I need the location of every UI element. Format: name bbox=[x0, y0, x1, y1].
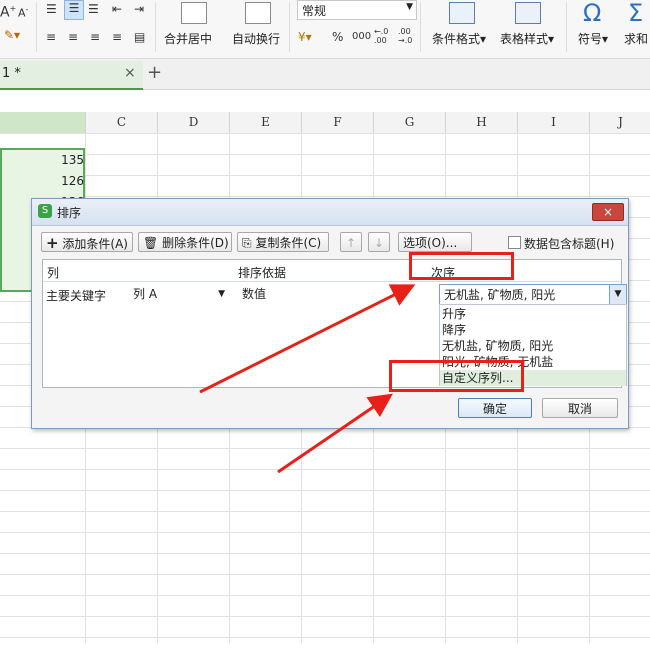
arrow-to-custom bbox=[277, 393, 393, 474]
annotation-arrows bbox=[199, 284, 416, 474]
arrow-to-order bbox=[199, 284, 416, 394]
